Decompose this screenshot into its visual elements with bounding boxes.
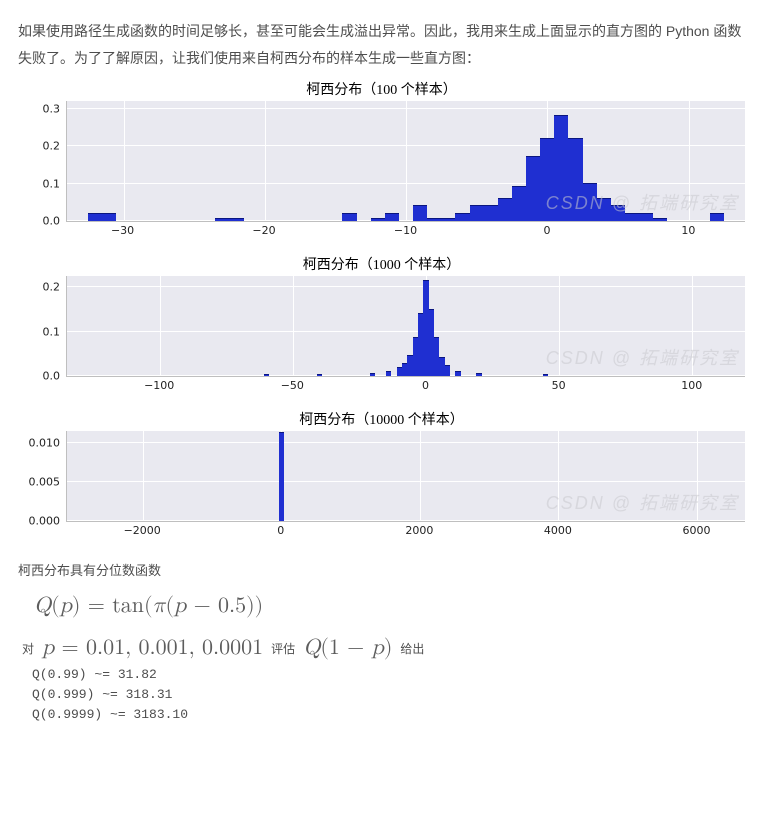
watermark: CSDN @ 拓端研究室	[546, 489, 739, 515]
chart-title: 柯西分布（100 个样本）	[18, 79, 745, 99]
watermark: CSDN @ 拓端研究室	[546, 344, 739, 370]
p-mid: 评估	[271, 640, 295, 657]
intro-paragraph: 如果使用路径生成函数的时间足够长，甚至可能会生成溢出异常。因此，我用来生成上面显…	[18, 18, 745, 71]
formula-Q: Q(p) = tan(π(p − 0.5))	[34, 593, 745, 619]
p-suffix: 给出	[400, 640, 424, 657]
chart-2: 柯西分布（1000 个样本）0.00.10.2CSDN @ 拓端研究室−100−…	[18, 254, 745, 395]
p-prefix: 对	[22, 640, 34, 657]
q-values: Q(0.99) ~= 31.82Q(0.999) ~= 318.31Q(0.99…	[32, 665, 745, 725]
chart-title: 柯西分布（1000 个样本）	[18, 254, 745, 274]
charts-figure: 柯西分布（100 个样本）0.00.10.20.3CSDN @ 拓端研究室−30…	[18, 79, 745, 540]
chart-3: 柯西分布（10000 个样本）0.0000.0050.010CSDN @ 拓端研…	[18, 409, 745, 540]
chart-title: 柯西分布（10000 个样本）	[18, 409, 745, 429]
chart-1: 柯西分布（100 个样本）0.00.10.20.3CSDN @ 拓端研究室−30…	[18, 79, 745, 240]
formula-p-row: 对 p = 0.01, 0.001, 0.0001 评估 Q(1 − p) 给出	[18, 635, 745, 661]
quantile-heading: 柯西分布具有分位数函数	[18, 560, 745, 579]
